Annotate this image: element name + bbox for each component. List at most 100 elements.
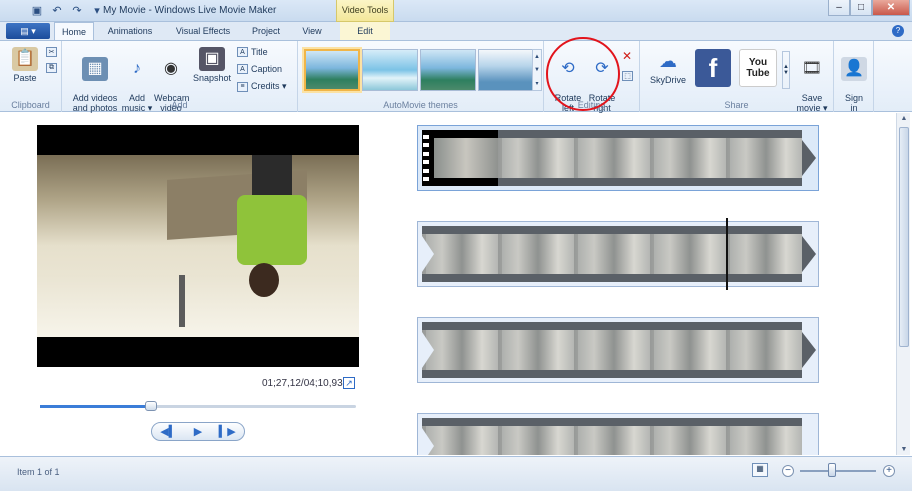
scrollbar-thumb[interactable] (899, 127, 909, 347)
clip-strip-3[interactable] (417, 317, 819, 383)
seek-bar[interactable] (40, 401, 356, 411)
zoom-slider[interactable] (800, 470, 876, 472)
title-icon: A (237, 47, 248, 57)
thumbnail-size-icon[interactable]: ▦ (752, 463, 768, 477)
youtube-button[interactable]: You Tube (738, 49, 778, 89)
tab-home[interactable]: Home (54, 22, 94, 40)
tab-visual-effects[interactable]: Visual Effects (168, 22, 238, 40)
filmstrip-notch-4 (422, 428, 434, 455)
ribbon-tabs: ▤ ▾ Home Animations Visual Effects Proje… (0, 22, 912, 40)
snapshot-button[interactable]: ▣ Snapshot (190, 47, 234, 83)
paste-button[interactable]: 📋 Paste (8, 47, 42, 83)
filmstrip-notch-3 (422, 332, 434, 368)
next-frame-icon[interactable]: ▍▶ (219, 425, 236, 438)
caption-button[interactable]: A Caption (237, 64, 282, 74)
scroll-up-icon: ▲ (534, 53, 540, 60)
group-add: ▦ Add videos and photos ♪ Add music ▾ ◉ … (62, 41, 298, 113)
playback-controls: ◀▍ ▶ ▍▶ (151, 422, 245, 441)
storyboard-scrollbar[interactable]: ▲ ▼ (896, 113, 910, 455)
title-label: Title (251, 47, 268, 57)
filmstrip-3 (422, 322, 816, 378)
video-preview[interactable] (37, 125, 359, 367)
group-signin: 👤 Sign in (834, 41, 874, 113)
scroll-up-icon[interactable]: ▲ (899, 115, 909, 122)
scroll-down-icon: ▼ (534, 66, 540, 73)
skydrive-button[interactable]: ☁ SkyDrive (646, 49, 690, 85)
time-readout: 01;27,12/04;10,93 (262, 378, 343, 389)
remove-icon: ✕ (622, 49, 633, 63)
window-title: My Movie - Windows Live Movie Maker (103, 5, 277, 16)
ribbon: 📋 Paste ✂ ⧉ Clipboard ▦ Add videos and p… (0, 40, 912, 113)
copy-button[interactable]: ⧉ (46, 63, 57, 73)
clip-strip-4[interactable] (417, 413, 819, 455)
tab-edit[interactable]: Edit (340, 22, 390, 40)
sprockets (422, 134, 432, 182)
save-movie-icon: 🎞 (801, 60, 823, 77)
redo-icon[interactable]: ↷ (70, 3, 84, 17)
expand-gallery-icon: ▾ (535, 80, 539, 87)
seek-thumb[interactable] (144, 401, 157, 411)
snapshot-icon: ▣ (199, 47, 225, 71)
preview-pole (179, 275, 185, 327)
tab-view[interactable]: View (294, 22, 330, 40)
undo-icon[interactable]: ↶ (50, 3, 64, 17)
help-icon[interactable]: ? (892, 25, 904, 37)
theme-thumbnail-1[interactable] (304, 49, 360, 91)
scroll-down-icon[interactable]: ▼ (899, 446, 909, 453)
filmstrip-arrow-2 (802, 236, 816, 272)
zoom-in-button[interactable]: + (883, 465, 895, 477)
filmstrip-2 (422, 226, 816, 282)
facebook-button[interactable]: f (694, 49, 732, 89)
close-button[interactable]: ✕ (872, 0, 910, 16)
sign-in-button[interactable]: 👤 Sign in (838, 47, 870, 113)
group-share: ☁ SkyDrive f You Tube ▲ ▼ 🎞 Save movie ▾… (640, 41, 834, 113)
theme-thumbnail-4[interactable] (478, 49, 534, 91)
filmstrip-4 (422, 418, 802, 455)
selected-frame-image (434, 138, 498, 178)
youtube-icon: You Tube (739, 49, 777, 87)
filmstrip-arrow-1 (802, 140, 816, 176)
webcam-icon: ◉ (164, 60, 178, 77)
playhead[interactable] (726, 218, 728, 290)
selected-frame[interactable] (422, 130, 498, 186)
facebook-icon: f (695, 49, 731, 87)
cut-button[interactable]: ✂ (46, 47, 57, 57)
clip-strip-1[interactable] (417, 125, 819, 191)
expand-preview-icon[interactable]: ↗ (343, 377, 355, 389)
group-label-themes: AutoMovie themes (383, 100, 458, 110)
contextual-tab-group: Video Tools (336, 0, 394, 22)
status-item-count: Item 1 of 1 (17, 467, 60, 477)
select-all-icon: ⬚ (622, 71, 633, 81)
credits-button[interactable]: ≡ Credits ▾ (237, 81, 287, 92)
themes-scroll[interactable]: ▲ ▼ ▾ (532, 49, 542, 91)
app-menu-button[interactable]: ▤ ▾ (6, 23, 50, 39)
preview-frame (37, 155, 359, 337)
minimize-button[interactable]: – (828, 0, 850, 16)
customize-qat-icon[interactable]: ▾ (90, 3, 104, 17)
share-scroll[interactable]: ▲ ▼ (782, 51, 790, 89)
play-icon[interactable]: ▶ (194, 425, 202, 438)
save-icon[interactable]: ▣ (30, 3, 44, 17)
theme-thumbnail-2[interactable] (362, 49, 418, 91)
sign-in-label: Sign in (844, 93, 863, 113)
tab-project[interactable]: Project (244, 22, 288, 40)
maximize-button[interactable]: □ (850, 0, 872, 16)
select-all-button[interactable]: ⬚ (622, 71, 633, 81)
remove-button[interactable]: ✕ (622, 49, 632, 63)
tab-animations[interactable]: Animations (100, 22, 160, 40)
snapshot-label: Snapshot (192, 73, 232, 83)
theme-thumbnail-3[interactable] (420, 49, 476, 91)
preview-legs (252, 155, 292, 195)
skydrive-icon: ☁ (659, 51, 677, 71)
caption-label: Caption (251, 64, 283, 74)
previous-frame-icon[interactable]: ◀▍ (160, 425, 177, 438)
clip-strip-2[interactable] (417, 221, 819, 287)
music-note-icon: ♪ (133, 60, 141, 77)
filmstrip-shadow-3 (422, 330, 802, 370)
credits-icon: ≡ (237, 81, 248, 92)
user-icon: 👤 (841, 57, 867, 81)
zoom-out-button[interactable]: − (782, 465, 794, 477)
zoom-thumb[interactable] (828, 463, 836, 477)
title-button[interactable]: A Title (237, 47, 268, 57)
skydrive-label: SkyDrive (649, 75, 686, 85)
